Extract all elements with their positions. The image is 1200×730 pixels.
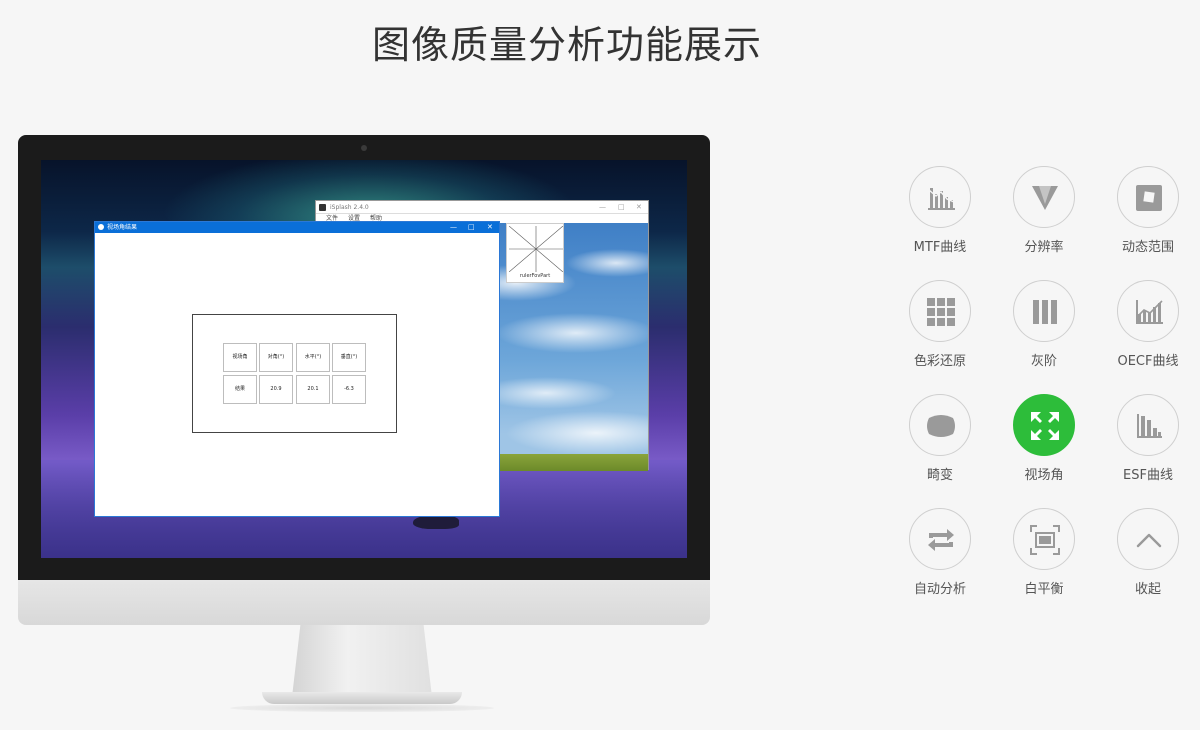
table-cell: 20.9: [259, 375, 293, 404]
result-table-frame: 视场角 对角(°) 水平(°) 垂直(°) 结果 20.9 20.1 -6.3: [192, 314, 397, 433]
auto-repeat-icon: [928, 529, 954, 551]
function-auto-analysis[interactable]: 自动分析: [890, 508, 990, 608]
mtf-chart-icon: [928, 188, 955, 210]
background-window-titlebar[interactable]: iSplash 2.4.0 — □ ✕: [316, 201, 648, 214]
function-label: 自动分析: [913, 582, 966, 597]
color-grid-icon: [927, 298, 955, 326]
monitor-screen: iSplash 2.4.0 — □ ✕ 文件 设置 帮助 rulerFovPar…: [41, 160, 687, 558]
function-collapse[interactable]: 收起: [1098, 508, 1198, 608]
function-label: MTF曲线: [913, 240, 967, 255]
dynamic-range-icon: [1136, 185, 1162, 211]
function-distortion[interactable]: 畸变: [890, 394, 990, 494]
dialog-titlebar[interactable]: 视场角结果 — □ ✕: [95, 222, 499, 233]
function-field-of-view[interactable]: 视场角: [994, 394, 1094, 494]
function-esf-curve[interactable]: ESF曲线: [1098, 394, 1198, 494]
function-label: 收起: [1134, 582, 1161, 597]
grayscale-bars-icon: [1033, 300, 1057, 324]
table-header-cell: 水平(°): [296, 343, 330, 372]
app-icon: [319, 204, 326, 211]
monitor-stand: [292, 625, 432, 697]
function-label: 视场角: [1024, 468, 1064, 483]
function-label: ESF曲线: [1123, 468, 1173, 483]
page-title: 图像质量分析功能展示: [371, 23, 762, 67]
table-header-cell: 视场角: [223, 343, 257, 372]
function-resolution[interactable]: 分辨率: [994, 166, 1094, 266]
esf-chart-icon: [1137, 414, 1162, 438]
monitor-chin: [18, 580, 710, 625]
distortion-icon: [927, 415, 955, 437]
function-dynamic-range[interactable]: 动态范围: [1098, 166, 1198, 266]
function-label: 灰阶: [1030, 354, 1057, 369]
monitor-mockup: iSplash 2.4.0 — □ ✕ 文件 设置 帮助 rulerFovPar…: [18, 135, 710, 625]
close-icon[interactable]: ✕: [636, 201, 642, 214]
dialog-minimize-icon[interactable]: —: [450, 222, 457, 233]
function-oecf-curve[interactable]: OECF曲线: [1098, 280, 1198, 380]
maximize-icon[interactable]: □: [618, 201, 625, 214]
table-cell: 结果: [223, 375, 257, 404]
dialog-app-icon: [98, 224, 104, 230]
function-label: 畸变: [926, 468, 953, 483]
white-balance-icon: [1030, 525, 1060, 555]
oecf-chart-icon: [1136, 300, 1163, 324]
function-label: 色彩还原: [913, 354, 966, 369]
fov-expand-icon: [1031, 412, 1059, 440]
monitor-bezel: iSplash 2.4.0 — □ ✕ 文件 设置 帮助 rulerFovPar…: [18, 135, 710, 580]
function-grayscale[interactable]: 灰阶: [994, 280, 1094, 380]
function-label: 分辨率: [1024, 240, 1064, 255]
function-white-balance[interactable]: 白平衡: [994, 508, 1094, 608]
chevron-up-icon: [1136, 533, 1162, 548]
resolution-icon: [1032, 186, 1058, 210]
minimize-icon[interactable]: —: [599, 201, 606, 214]
monitor-stand-base: [262, 692, 462, 704]
function-label: 白平衡: [1024, 582, 1064, 597]
stand-shadow: [230, 704, 494, 712]
function-label: OECF曲线: [1117, 354, 1179, 369]
table-cell: -6.3: [332, 375, 366, 404]
ruler-chart-icon: [509, 226, 563, 272]
dialog-maximize-icon[interactable]: □: [468, 222, 475, 233]
table-header-cell: 对角(°): [259, 343, 293, 372]
fox-silhouette: [413, 515, 459, 529]
ruler-thumbnail[interactable]: rulerFovPart: [506, 223, 564, 283]
background-window-title: iSplash 2.4.0: [330, 204, 369, 211]
dialog-close-icon[interactable]: ✕: [487, 222, 493, 233]
function-mtf-curve[interactable]: MTF曲线: [890, 166, 990, 266]
camera-dot: [361, 145, 367, 151]
table-cell: 20.1: [296, 375, 330, 404]
fov-result-dialog[interactable]: 视场角结果 — □ ✕ 视场角 对角(°) 水平(°) 垂直(°) 结果 20.…: [94, 221, 500, 517]
table-header-cell: 垂直(°): [332, 343, 366, 372]
function-color-reproduction[interactable]: 色彩还原: [890, 280, 990, 380]
dialog-title: 视场角结果: [107, 224, 138, 231]
function-label: 动态范围: [1121, 240, 1174, 255]
ruler-thumbnail-label: rulerFovPart: [519, 273, 551, 279]
